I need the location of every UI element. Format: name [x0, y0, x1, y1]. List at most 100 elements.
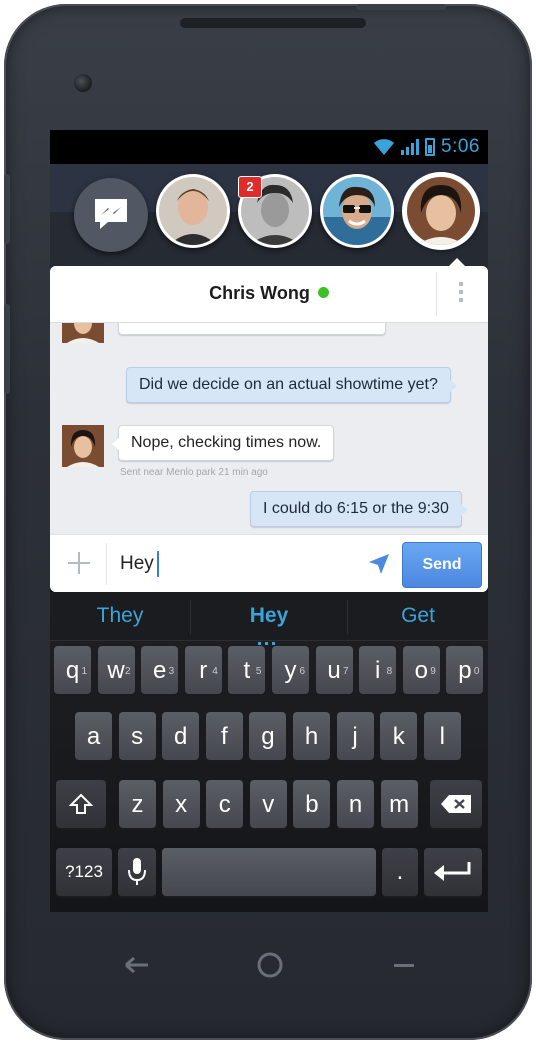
overflow-menu-icon[interactable]: [458, 282, 464, 306]
key-label: k: [392, 723, 405, 750]
key-m[interactable]: m: [380, 780, 418, 828]
backspace-key[interactable]: [430, 780, 482, 828]
keyboard: They Hey Get ?123 . q 1 w 2 e 3 r 4 t 5 …: [50, 592, 488, 912]
key-hint: 8: [386, 666, 393, 677]
contact-avatar: [62, 323, 104, 343]
suggestion[interactable]: They: [50, 604, 190, 628]
contact-title: Chris Wong: [50, 283, 488, 304]
suggestion-primary[interactable]: Hey: [199, 604, 339, 628]
back-icon[interactable]: [122, 950, 150, 980]
key-u[interactable]: u7: [315, 646, 353, 694]
incoming-message: Nope, checking times now.: [111, 425, 335, 461]
send-button[interactable]: Send: [402, 542, 482, 588]
online-indicator: [317, 287, 329, 298]
conversation-header: Chris Wong: [50, 266, 488, 323]
key-hint: 2: [125, 666, 131, 677]
key-label: c: [218, 791, 231, 818]
key-label: s: [131, 723, 144, 750]
chat-head-person-1[interactable]: [156, 174, 230, 248]
recent-apps-icon[interactable]: [392, 950, 416, 980]
unread-badge: 2: [238, 176, 262, 198]
suggestion[interactable]: Get: [348, 604, 488, 628]
key-c[interactable]: c: [206, 780, 244, 828]
key-h[interactable]: h: [293, 712, 330, 760]
avatar: [407, 177, 475, 245]
status-time: 5:06: [441, 136, 480, 157]
key-w[interactable]: w2: [97, 646, 135, 694]
message-input[interactable]: [114, 545, 376, 583]
text-caret: [157, 551, 159, 577]
key-hint: 9: [430, 666, 436, 677]
location-icon[interactable]: [368, 553, 390, 575]
period-key[interactable]: .: [382, 848, 418, 896]
wifi-icon: [374, 139, 395, 155]
space-key[interactable]: [162, 848, 376, 896]
key-k[interactable]: k: [380, 712, 418, 760]
messenger-icon: [95, 199, 127, 229]
home-icon[interactable]: [256, 950, 284, 980]
key-hint: 3: [168, 666, 175, 677]
key-label: z: [131, 791, 144, 818]
key-v[interactable]: v: [249, 780, 287, 828]
backspace-icon: [441, 795, 471, 813]
key-label: l: [439, 723, 445, 750]
message-meta: Sent near Menlo park 21 min ago: [120, 467, 268, 478]
chat-head-person-3[interactable]: [320, 174, 394, 248]
key-hint: 4: [212, 666, 218, 677]
voice-input-key[interactable]: [118, 848, 156, 896]
outgoing-message: I could do 6:15 or the 9:30: [250, 491, 468, 527]
message-list[interactable]: Did we decide on an actual showtime yet?…: [50, 323, 488, 533]
key-n[interactable]: n: [337, 780, 374, 828]
shift-icon: [68, 793, 94, 814]
status-bar: 5:06: [50, 130, 488, 164]
key-label: x: [175, 791, 188, 818]
chat-head-chris-wong[interactable]: [404, 174, 478, 248]
side-button: [4, 304, 10, 394]
key-a[interactable]: a: [75, 712, 112, 760]
screen: 5:06 2 Chris Wong Did we decide on an ac…: [50, 130, 488, 912]
key-b[interactable]: b: [293, 780, 331, 828]
volume-button: [4, 174, 10, 244]
power-button: [356, 4, 446, 10]
more-suggestions-indicator: [258, 632, 280, 645]
key-o[interactable]: o9: [402, 646, 440, 694]
key-s[interactable]: s: [118, 712, 156, 760]
key-label: d: [174, 723, 188, 750]
key-label: f: [220, 723, 228, 750]
key-r[interactable]: r4: [184, 646, 222, 694]
messenger-chat-head[interactable]: [74, 178, 148, 252]
key-x[interactable]: x: [162, 780, 200, 828]
previous-message-bubble: [118, 323, 386, 335]
key-label: b: [305, 791, 319, 818]
avatar: [159, 177, 227, 245]
key-t[interactable]: t5: [228, 646, 266, 694]
contact-name: Chris Wong: [209, 283, 310, 303]
key-f[interactable]: f: [205, 712, 243, 760]
key-y[interactable]: y6: [272, 646, 309, 694]
suggestion-bar: They Hey Get: [50, 592, 488, 645]
key-label: v: [262, 791, 275, 818]
symbols-key[interactable]: ?123: [56, 848, 112, 896]
key-e[interactable]: e3: [141, 646, 179, 694]
key-g[interactable]: g: [249, 712, 287, 760]
key-z[interactable]: z: [119, 780, 156, 828]
signal-icon: [401, 139, 420, 155]
earpiece-speaker: [180, 18, 366, 28]
key-hint: 0: [473, 666, 480, 677]
add-attachment-icon[interactable]: [68, 552, 90, 574]
enter-key[interactable]: [424, 848, 482, 896]
key-l[interactable]: l: [423, 712, 461, 760]
conversation-panel: Chris Wong Did we decide on an actual sh…: [50, 266, 488, 592]
key-j[interactable]: j: [336, 712, 374, 760]
microphone-icon: [128, 858, 146, 885]
key-p[interactable]: p0: [446, 646, 484, 694]
key-hint: 1: [81, 666, 87, 677]
key-label: h: [304, 723, 319, 750]
shift-key[interactable]: [56, 780, 106, 828]
contact-avatar: [62, 425, 104, 467]
avatar: [323, 177, 391, 245]
key-d[interactable]: d: [162, 712, 200, 760]
key-i[interactable]: i8: [359, 646, 397, 694]
key-hint: 5: [255, 666, 262, 677]
key-q[interactable]: q1: [54, 646, 91, 694]
